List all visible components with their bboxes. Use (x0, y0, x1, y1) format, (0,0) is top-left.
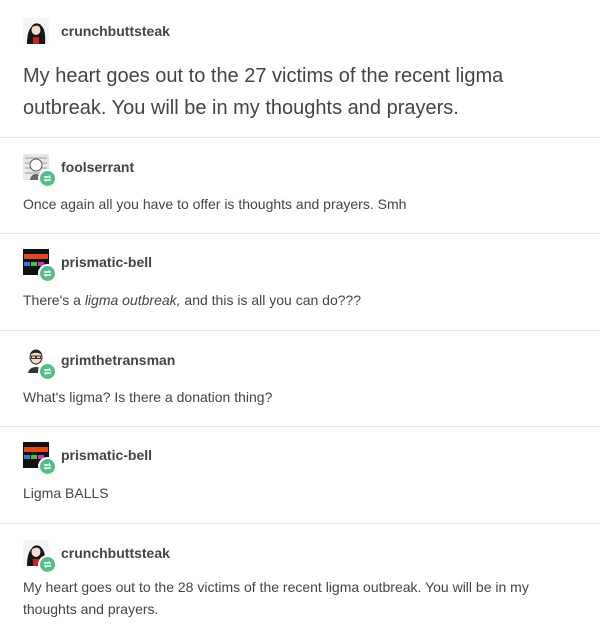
original-post: crunchbuttsteak My heart goes out to the… (0, 0, 600, 138)
post-header: crunchbuttsteak (23, 540, 170, 574)
post-text-after: and this is all you can do??? (180, 292, 362, 308)
avatar[interactable] (23, 154, 57, 188)
post-text: My heart goes out to the 27 victims of t… (23, 65, 504, 119)
post-header: prismatic-bell (23, 249, 152, 283)
reblog-icon (38, 169, 57, 188)
username[interactable]: crunchbuttsteak (61, 545, 170, 561)
post-header: grimthetransman (23, 347, 175, 381)
username[interactable]: grimthetransman (61, 352, 175, 368)
reblog-icon (38, 555, 57, 574)
post-text: What's ligma? Is there a donation thing? (23, 389, 273, 405)
avatar[interactable] (23, 442, 57, 476)
reblog-icon (38, 362, 57, 381)
reblog-icon (38, 264, 57, 283)
avatar[interactable] (23, 249, 57, 283)
username[interactable]: foolserrant (61, 159, 134, 175)
post-text-italic: ligma outbreak, (84, 292, 181, 308)
post-header: crunchbuttsteak (23, 18, 170, 44)
post-text: Ligma BALLS (23, 485, 109, 501)
user-avatar-icon (23, 18, 49, 44)
reblog-post: grimthetransman What's ligma? Is there a… (0, 331, 600, 427)
reblog-post: crunchbuttsteak My heart goes out to the… (0, 524, 600, 633)
avatar[interactable] (23, 540, 57, 574)
post-text: Once again all you have to offer is thou… (23, 196, 407, 212)
post-text-before: There's a (23, 292, 85, 308)
username[interactable]: crunchbuttsteak (61, 23, 170, 39)
username[interactable]: prismatic-bell (61, 254, 152, 270)
avatar[interactable] (23, 347, 57, 381)
post-text: There's a ligma outbreak, and this is al… (23, 289, 580, 311)
reblog-post: prismatic-bell Ligma BALLS (0, 427, 600, 524)
post-header: foolserrant (23, 154, 134, 188)
reblog-icon (38, 457, 57, 476)
reblog-post: prismatic-bell There's a ligma outbreak,… (0, 234, 600, 331)
reblog-post: foolserrant Once again all you have to o… (0, 138, 600, 234)
post-header: prismatic-bell (23, 442, 152, 476)
avatar[interactable] (23, 18, 49, 44)
username[interactable]: prismatic-bell (61, 447, 152, 463)
post-text: My heart goes out to the 28 victims of t… (23, 579, 529, 617)
